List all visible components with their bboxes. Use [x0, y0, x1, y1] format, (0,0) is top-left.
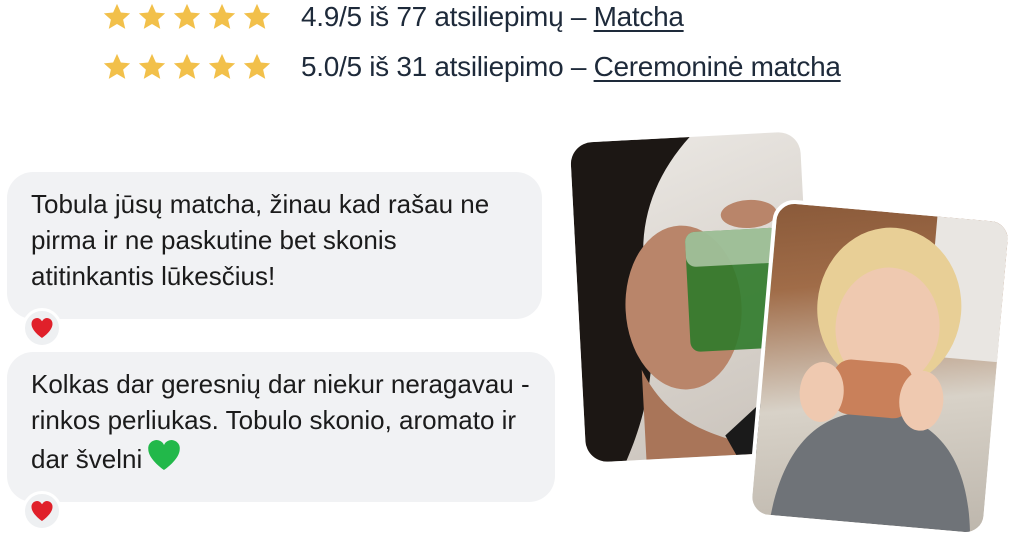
star-icon: [137, 2, 167, 32]
star-rating: [102, 52, 282, 82]
star-icon: [102, 2, 132, 32]
star-icon: [172, 2, 202, 32]
star-icon: [137, 52, 167, 82]
rating-score-text: 5.0/5 iš 31 atsiliepimo –: [301, 51, 587, 82]
rating-summary: 4.9/5 iš 77 atsiliepimų – Matcha: [301, 1, 684, 33]
green-heart-icon: [146, 438, 182, 481]
rating-row-matcha: 4.9/5 iš 77 atsiliepimų – Matcha: [102, 0, 684, 34]
rating-summary: 5.0/5 iš 31 atsiliepimo – Ceremoninė mat…: [301, 51, 841, 83]
star-icon: [242, 52, 272, 82]
star-icon: [207, 2, 237, 32]
reaction-badge[interactable]: [22, 491, 62, 531]
star-rating: [102, 2, 282, 32]
star-icon: [207, 52, 237, 82]
review-bubble: Kolkas dar geresnių dar niekur neragavau…: [7, 352, 555, 502]
customer-photo-holding-cup: [746, 198, 1014, 538]
red-heart-icon: [31, 318, 53, 338]
rating-row-ceremonial-matcha: 5.0/5 iš 31 atsiliepimo – Ceremoninė mat…: [102, 50, 841, 84]
product-link-matcha[interactable]: Matcha: [594, 1, 684, 32]
reaction-badge[interactable]: [22, 308, 62, 348]
review-text: Kolkas dar geresnių dar niekur neragavau…: [31, 369, 530, 474]
star-icon: [102, 52, 132, 82]
rating-score-text: 4.9/5 iš 77 atsiliepimų –: [301, 1, 587, 32]
star-icon: [242, 2, 272, 32]
review-text: Tobula jūsų matcha, žinau kad rašau ne p…: [31, 189, 490, 291]
star-icon: [172, 52, 202, 82]
product-link-ceremonial-matcha[interactable]: Ceremoninė matcha: [594, 51, 841, 82]
review-bubble: Tobula jūsų matcha, žinau kad rašau ne p…: [7, 172, 542, 319]
red-heart-icon: [31, 501, 53, 521]
